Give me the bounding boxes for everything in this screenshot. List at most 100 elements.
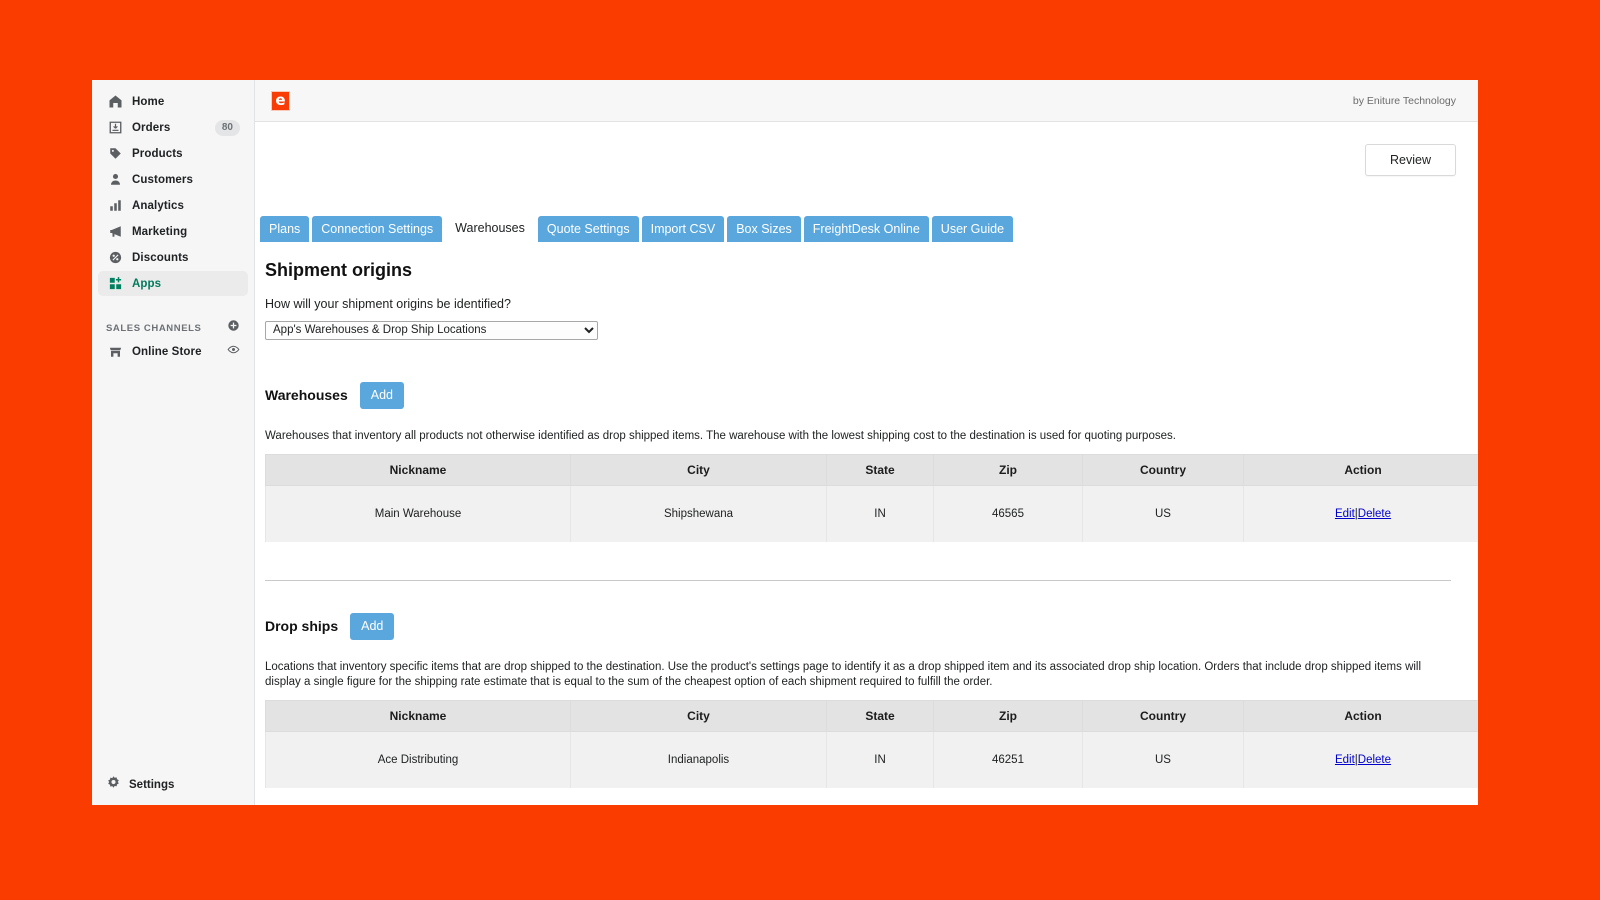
gear-icon [106, 775, 121, 795]
column-header-country: Country [1083, 454, 1244, 485]
warehouses-page: Shipment origins How will your shipment … [255, 242, 1478, 805]
app-content: Review Plans Connection Settings Warehou… [255, 122, 1478, 805]
app-window: Home Orders 80 Products Customers [92, 80, 1478, 805]
shipment-origins-question: How will your shipment origins be identi… [265, 297, 1466, 311]
tab-user-guide[interactable]: User Guide [932, 216, 1013, 244]
drop-ships-table: Nickname City State Zip Country Action A… [265, 700, 1478, 806]
cell-nickname: Acme Manufacturing [266, 788, 571, 806]
shipment-origin-select[interactable]: App's Warehouses & Drop Ship Locations [265, 321, 598, 340]
orders-icon [106, 119, 124, 137]
app-byline: by Eniture Technology [1353, 95, 1456, 107]
sidebar-item-label: Apps [132, 278, 161, 290]
cell-action: Edit|Delete [1244, 731, 1479, 788]
sidebar-item-label: Discounts [132, 252, 189, 264]
sidebar-item-label: Settings [129, 779, 174, 791]
online-store-icon [106, 343, 124, 361]
table-row: Ace Distributing Indianapolis IN 46251 U… [266, 731, 1479, 788]
edit-link[interactable]: Edit [1335, 508, 1355, 520]
sidebar-item-label: Marketing [132, 226, 187, 238]
sidebar-item-home[interactable]: Home [98, 89, 248, 114]
sidebar-item-products[interactable]: Products [98, 141, 248, 166]
sidebar-item-discounts[interactable]: Discounts [98, 245, 248, 270]
sidebar-item-settings[interactable]: Settings [92, 771, 254, 799]
column-header-action: Action [1244, 700, 1479, 731]
column-header-action: Action [1244, 454, 1479, 485]
warehouses-title: Warehouses [265, 387, 348, 403]
cell-zip: 27604 [934, 788, 1083, 806]
cell-country: US [1083, 485, 1244, 542]
sidebar-item-orders[interactable]: Orders 80 [98, 115, 248, 140]
cell-state: IN [827, 731, 934, 788]
orders-count-badge: 80 [215, 120, 240, 136]
warehouses-header: Warehouses Add [265, 382, 1466, 409]
column-header-city: City [571, 454, 827, 485]
analytics-bars-icon [106, 197, 124, 215]
table-row: Acme Manufacturing Raleigh NC 27604 US E… [266, 788, 1479, 806]
edit-link[interactable]: Edit [1335, 754, 1355, 766]
products-tag-icon [106, 145, 124, 163]
eniture-logo-icon: e [271, 91, 290, 111]
cell-city: Shipshewana [571, 485, 827, 542]
tab-quote-settings[interactable]: Quote Settings [538, 216, 639, 244]
add-drop-ship-button[interactable]: Add [350, 613, 394, 640]
main-panel: e by Eniture Technology Review Plans Con… [255, 80, 1478, 805]
column-header-state: State [827, 454, 934, 485]
cell-zip: 46251 [934, 731, 1083, 788]
table-header-row: Nickname City State Zip Country Action [266, 454, 1479, 485]
drop-ships-header: Drop ships Add [265, 613, 1466, 640]
sidebar-item-label: Customers [132, 174, 193, 186]
column-header-city: City [571, 700, 827, 731]
tab-connection-settings[interactable]: Connection Settings [312, 216, 442, 244]
column-header-zip: Zip [934, 700, 1083, 731]
warehouses-description: Warehouses that inventory all products n… [265, 429, 1455, 444]
table-row: Main Warehouse Shipshewana IN 46565 US E… [266, 485, 1479, 542]
cell-zip: 46565 [934, 485, 1083, 542]
delete-link[interactable]: Delete [1358, 508, 1391, 520]
cell-country: US [1083, 731, 1244, 788]
review-button[interactable]: Review [1365, 144, 1456, 176]
cell-nickname: Ace Distributing [266, 731, 571, 788]
cell-state: NC [827, 788, 934, 806]
tab-import-csv[interactable]: Import CSV [642, 216, 725, 244]
sidebar-item-marketing[interactable]: Marketing [98, 219, 248, 244]
cell-action: Edit|Delete [1244, 485, 1479, 542]
cell-state: IN [827, 485, 934, 542]
delete-link[interactable]: Delete [1358, 754, 1391, 766]
tab-freightdesk-online[interactable]: FreightDesk Online [804, 216, 929, 244]
column-header-zip: Zip [934, 454, 1083, 485]
warehouses-table: Nickname City State Zip Country Action M… [265, 454, 1478, 542]
sidebar-item-apps[interactable]: Apps [98, 271, 248, 296]
apps-grid-icon [106, 275, 124, 293]
cell-country: US [1083, 788, 1244, 806]
tab-box-sizes[interactable]: Box Sizes [727, 216, 801, 244]
marketing-megaphone-icon [106, 223, 124, 241]
sidebar-item-analytics[interactable]: Analytics [98, 193, 248, 218]
sidebar-item-customers[interactable]: Customers [98, 167, 248, 192]
sales-channels-header: SALES CHANNELS [92, 318, 254, 338]
discounts-tag-percent-icon [106, 249, 124, 267]
app-header: e by Eniture Technology [255, 80, 1478, 122]
preview-store-eye-icon[interactable] [227, 343, 240, 360]
page-title: Shipment origins [265, 260, 1466, 281]
cell-nickname: Main Warehouse [266, 485, 571, 542]
column-header-nickname: Nickname [266, 700, 571, 731]
add-warehouse-button[interactable]: Add [360, 382, 404, 409]
sales-channels-label: SALES CHANNELS [106, 323, 202, 334]
sidebar-item-label: Home [132, 96, 164, 108]
column-header-nickname: Nickname [266, 454, 571, 485]
section-divider [265, 580, 1451, 581]
drop-ships-title: Drop ships [265, 618, 338, 634]
column-header-state: State [827, 700, 934, 731]
column-header-country: Country [1083, 700, 1244, 731]
customers-person-icon [106, 171, 124, 189]
add-sales-channel-icon[interactable] [227, 319, 240, 337]
tab-bar: Plans Connection Settings Warehouses Quo… [255, 214, 1478, 244]
sidebar-item-online-store[interactable]: Online Store [98, 339, 248, 364]
sidebar-item-label: Analytics [132, 200, 184, 212]
tab-plans[interactable]: Plans [260, 216, 309, 244]
sidebar-item-label: Products [132, 148, 183, 160]
tab-warehouses[interactable]: Warehouses [445, 214, 535, 244]
cell-action: Edit|Delete [1244, 788, 1479, 806]
sidebar-item-label: Orders [132, 122, 170, 134]
sidebar-item-label: Online Store [132, 346, 202, 358]
